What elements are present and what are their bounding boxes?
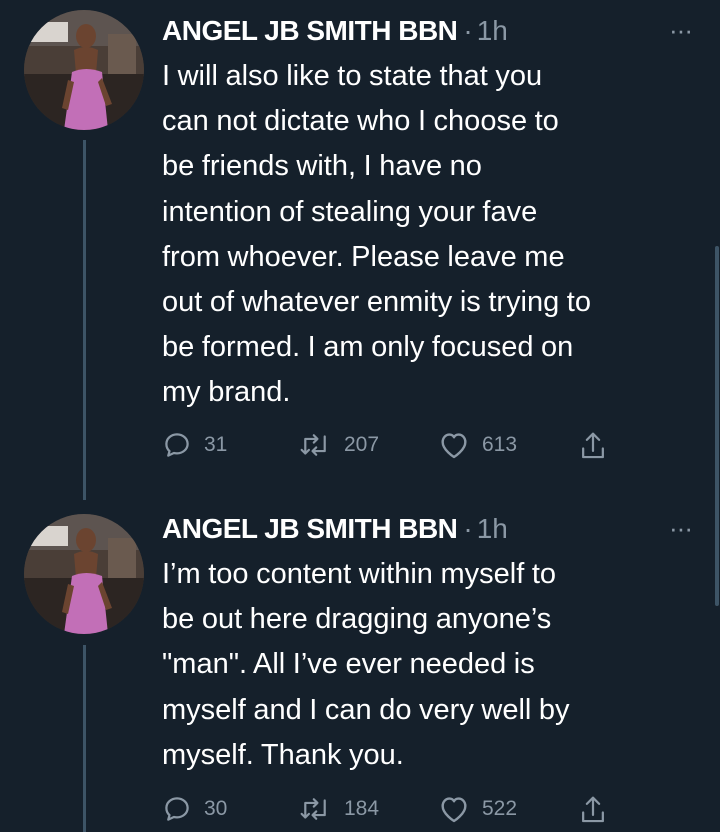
timestamp[interactable]: 1h: [477, 513, 508, 545]
reply-count: 30: [204, 797, 228, 820]
share-icon: [578, 794, 608, 826]
author-name[interactable]: ANGEL JB SMITH BBN: [162, 513, 458, 545]
tweet[interactable]: ANGEL JB SMITH BBN · 1h ··· I will also …: [0, 0, 720, 500]
avatar[interactable]: [24, 514, 144, 634]
timeline: ANGEL JB SMITH BBN · 1h ··· I will also …: [0, 0, 720, 832]
like-button[interactable]: 613: [438, 430, 517, 460]
reply-button[interactable]: 30: [162, 794, 227, 824]
retweet-icon: [298, 430, 332, 460]
reply-icon: [162, 794, 192, 824]
more-icon[interactable]: ···: [669, 17, 693, 43]
tweet-header: ANGEL JB SMITH BBN · 1h: [162, 14, 706, 48]
author-name[interactable]: ANGEL JB SMITH BBN: [162, 15, 458, 47]
like-count: 522: [482, 797, 518, 820]
tweet[interactable]: ANGEL JB SMITH BBN · 1h ··· I’m too cont…: [0, 500, 720, 832]
share-button[interactable]: [578, 794, 608, 826]
like-button[interactable]: 522: [438, 794, 517, 824]
heart-icon: [438, 794, 470, 824]
more-icon[interactable]: ···: [669, 515, 693, 541]
retweet-icon: [298, 794, 332, 824]
share-icon: [578, 430, 608, 462]
share-button[interactable]: [578, 430, 608, 462]
tweet-text: I will also like to state that you can n…: [162, 60, 591, 409]
header-separator: ·: [463, 15, 473, 46]
tweet-text: I’m too content within myself to be out …: [162, 558, 570, 771]
reply-icon: [162, 430, 192, 460]
retweet-count: 207: [344, 433, 380, 456]
reply-count: 31: [204, 433, 228, 456]
tweet-header: ANGEL JB SMITH BBN · 1h: [162, 512, 706, 546]
retweet-button[interactable]: 207: [298, 430, 379, 460]
timestamp[interactable]: 1h: [477, 15, 508, 47]
heart-icon: [438, 430, 470, 460]
retweet-button[interactable]: 184: [298, 794, 379, 824]
retweet-count: 184: [344, 797, 380, 820]
like-count: 613: [482, 433, 518, 456]
avatar[interactable]: [24, 10, 144, 130]
reply-button[interactable]: 31: [162, 430, 227, 460]
header-separator: ·: [463, 513, 473, 544]
